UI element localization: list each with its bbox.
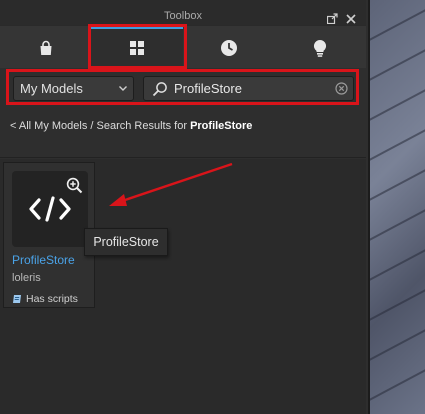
zoom-in-icon	[66, 177, 82, 193]
bag-icon	[40, 40, 51, 55]
tab-inventory[interactable]	[91, 26, 183, 69]
grid-icon	[130, 40, 144, 55]
close-button[interactable]	[344, 12, 357, 25]
category-dropdown[interactable]: My Models	[13, 76, 134, 101]
tooltip: ProfileStore	[84, 228, 168, 256]
category-value: My Models	[20, 81, 83, 96]
breadcrumb-separator: / Search Results for	[87, 120, 191, 132]
model-author: loleris	[12, 272, 41, 284]
scripts-badge: Has scripts	[12, 293, 78, 305]
search-row: My Models ProfileStore	[0, 68, 366, 108]
panel-title: Toolbox	[164, 10, 202, 22]
lightbulb-icon	[313, 39, 327, 57]
search-input[interactable]: ProfileStore	[143, 76, 354, 101]
tab-recent[interactable]	[183, 26, 274, 69]
title-bar: Toolbox	[0, 0, 366, 25]
script-icon	[13, 295, 21, 303]
preview-button[interactable]	[61, 174, 87, 196]
tab-marketplace[interactable]	[0, 26, 91, 69]
clock-icon	[220, 39, 237, 56]
close-icon	[345, 13, 356, 24]
undock-button[interactable]	[326, 12, 339, 25]
model-name[interactable]: ProfileStore	[12, 253, 75, 267]
breadcrumb-term: ProfileStore	[190, 120, 253, 132]
breadcrumb: < All My Models / Search Results for Pro…	[0, 108, 366, 158]
toolbox-panel: Toolbox My Models ProfileStore < All My …	[0, 0, 366, 414]
scripts-badge-label: Has scripts	[26, 293, 78, 305]
viewport-strip	[368, 0, 425, 414]
chevron-down-icon	[119, 86, 127, 91]
tab-bar	[0, 25, 366, 69]
tab-creations[interactable]	[274, 26, 366, 69]
undock-icon	[327, 13, 338, 24]
search-query: ProfileStore	[174, 81, 242, 96]
model-card[interactable]: ProfileStore loleris Has scripts	[3, 162, 95, 308]
results-grid: ProfileStore loleris Has scripts	[0, 159, 366, 414]
breadcrumb-back-link[interactable]: < All My Models	[10, 120, 87, 132]
clear-search-icon[interactable]	[335, 82, 348, 95]
code-icon	[29, 196, 71, 222]
search-icon	[152, 82, 167, 97]
